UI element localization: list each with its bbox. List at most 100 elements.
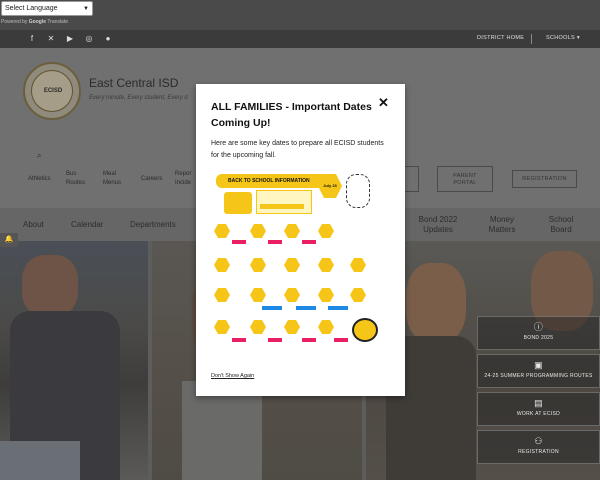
date-hex	[214, 224, 230, 238]
flyer-heading-text: BACK TO SCHOOL INFORMATION	[228, 178, 310, 184]
flyer-tag	[232, 338, 246, 342]
info-icon: ⓘ	[533, 322, 544, 332]
powered-by-label: Powered by	[1, 19, 28, 25]
district-logo[interactable]: ECISD	[23, 62, 81, 120]
quick-link-athletics[interactable]: Athletics	[28, 175, 51, 184]
quick-link-label: Athletics	[28, 176, 51, 182]
flyer-tag	[268, 240, 282, 244]
date-hex	[250, 224, 266, 238]
bus-icon: ▣	[534, 360, 543, 370]
date-hex	[284, 258, 300, 272]
nav-about[interactable]: About	[23, 220, 44, 230]
side-button-summer-routes[interactable]: ▣ 24-25 SUMMER PROGRAMMING ROUTES	[477, 354, 600, 388]
quick-link-report-incident[interactable]: Repor Incide	[175, 170, 191, 188]
nav-bond-2022-updates[interactable]: Bond 2022 Updates	[416, 215, 460, 235]
flyer-heading: BACK TO SCHOOL INFORMATION	[216, 174, 328, 188]
modal-title: ALL FAMILIES - Important Dates Coming Up…	[211, 101, 372, 129]
language-select[interactable]: Select Language ▼	[1, 1, 93, 16]
alert-bell-icon[interactable]: 🔔	[0, 233, 18, 247]
date-hex	[284, 288, 300, 302]
flyer-tag	[334, 338, 348, 342]
utility-bar: f ✕ ▶ ◎ ● DISTRICT HOME SCHOOLS ▾	[0, 30, 600, 48]
translate-bar: Select Language ▼ Powered by Google Tran…	[0, 0, 600, 30]
date-hex	[318, 258, 334, 272]
flyer-time-box	[346, 174, 370, 208]
x-icon[interactable]: ✕	[45, 33, 57, 45]
date-hex	[250, 258, 266, 272]
schools-label: SCHOOLS	[546, 35, 575, 41]
hero-photo-student-first-place	[0, 241, 148, 480]
modal-body: Here are some key dates to prepare all E…	[211, 140, 384, 159]
quick-link-label: Careers	[141, 176, 163, 182]
nav-label: School Board	[548, 215, 574, 234]
date-hex	[214, 320, 230, 334]
user-add-icon: ⚇	[534, 436, 543, 446]
date-hex	[350, 258, 366, 272]
schools-dropdown[interactable]: SCHOOLS ▾	[546, 35, 580, 41]
quick-link-careers[interactable]: Careers	[141, 175, 162, 184]
nav-label: Departments	[130, 220, 176, 229]
nav-money-matters[interactable]: Money Matters	[482, 215, 522, 235]
flyer-tag	[302, 240, 316, 244]
search-icon[interactable]: ⌕	[37, 151, 41, 161]
nav-school-board[interactable]: School Board	[542, 215, 580, 235]
youtube-icon[interactable]: ▶	[64, 33, 76, 45]
flyer-tag	[262, 306, 282, 310]
nav-calendar[interactable]: Calendar	[71, 220, 103, 230]
instagram-icon[interactable]: ◎	[83, 33, 95, 45]
registration-button[interactable]: REGISTRATION	[512, 170, 577, 188]
side-button-bond-2025[interactable]: ⓘ BOND 2025	[477, 316, 600, 350]
logo-seal: ECISD	[31, 70, 73, 112]
nav-label: Bond 2022 Updates	[418, 215, 458, 234]
date-hex	[214, 288, 230, 302]
side-button-label: BOND 2025	[523, 335, 554, 341]
facebook-icon[interactable]: f	[26, 33, 38, 45]
district-home-link[interactable]: DISTRICT HOME	[477, 35, 524, 41]
important-dates-modal: ALL FAMILIES - Important Dates Coming Up…	[196, 84, 405, 396]
quick-link-label: Bus Routes	[66, 171, 86, 186]
quick-link-meal-menus[interactable]: Meal Menus	[103, 170, 121, 188]
date-hex	[318, 224, 334, 238]
photo-face	[22, 255, 78, 317]
mascot-hornet	[352, 318, 378, 342]
quick-link-bus-routes[interactable]: Bus Routes	[66, 170, 85, 188]
photo-certificate	[0, 441, 80, 480]
date-hex	[318, 288, 334, 302]
flickr-icon[interactable]: ●	[102, 33, 114, 45]
flyer-date-strip	[260, 204, 304, 209]
flyer-badge-text: July 23	[323, 183, 337, 188]
side-button-label: REGISTRATION	[518, 449, 559, 455]
parent-portal-button[interactable]: PARENT PORTAL	[437, 166, 493, 192]
nav-label: Calendar	[71, 220, 104, 229]
google-label: Google	[28, 19, 47, 25]
quick-link-label: Meal Menus	[103, 171, 122, 186]
close-icon[interactable]: ✕	[378, 95, 389, 111]
nav-label: About	[23, 220, 44, 229]
nav-label: Money Matters	[488, 215, 516, 234]
date-hex	[214, 258, 230, 272]
side-button-work-at-ecisd[interactable]: ▤ WORK AT ECISD	[477, 392, 600, 426]
briefcase-icon: ▤	[534, 398, 543, 408]
google-translate-link[interactable]: Translate	[47, 19, 68, 25]
dont-show-again-link[interactable]: Don't Show Again	[211, 373, 254, 379]
logo-text: ECISD	[43, 88, 63, 94]
chevron-down-icon: ▼	[83, 6, 89, 12]
divider	[531, 34, 532, 44]
site-tagline: Every minute, Every student, Every d	[89, 95, 188, 101]
side-button-label: WORK AT ECISD	[516, 411, 561, 417]
date-hex	[250, 288, 266, 302]
side-button-registration[interactable]: ⚇ REGISTRATION	[477, 430, 600, 464]
parent-portal-label: PARENT PORTAL	[453, 173, 477, 186]
powered-by-google: Powered by Google Translate	[1, 19, 68, 25]
flyer-tag	[302, 338, 316, 342]
flyer-info-box	[256, 190, 312, 214]
site-name[interactable]: East Central ISD	[89, 76, 178, 90]
flyer-tag	[296, 306, 316, 310]
date-hex	[250, 320, 266, 334]
date-hex	[318, 320, 334, 334]
back-to-school-flyer[interactable]: BACK TO SCHOOL INFORMATION July 23	[210, 168, 382, 350]
flyer-tag	[268, 338, 282, 342]
nav-departments[interactable]: Departments	[130, 220, 176, 230]
flyer-tag	[328, 306, 348, 310]
photo-face-left	[406, 263, 466, 343]
